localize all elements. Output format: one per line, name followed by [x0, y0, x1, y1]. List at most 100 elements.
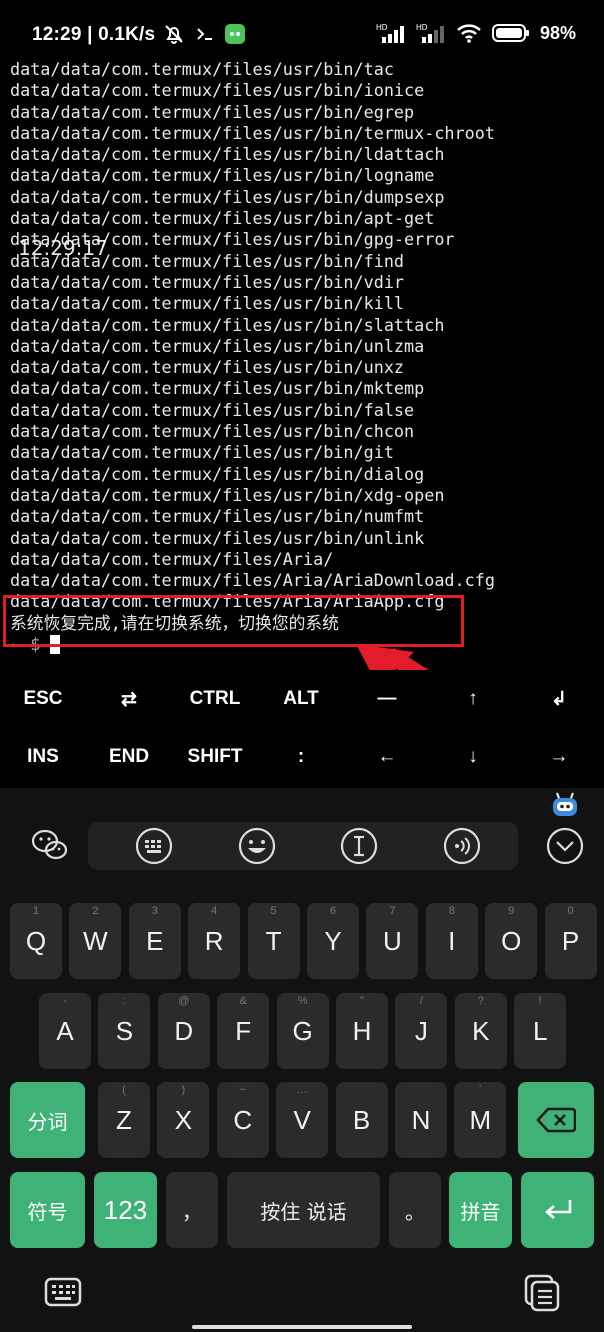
key-hint: " [360, 995, 364, 1007]
extra-key[interactable]: ⇄ [86, 688, 172, 711]
clipboard-icon[interactable] [522, 1274, 562, 1312]
enter-key[interactable] [521, 1172, 594, 1248]
key-label: 分词 [27, 1109, 68, 1134]
comma-key[interactable]: ， [166, 1172, 218, 1248]
key-hint: / [419, 995, 423, 1007]
key-u[interactable]: 7U [366, 903, 419, 979]
key-t[interactable]: 5T [247, 903, 300, 979]
extra-key[interactable]: ← [344, 746, 430, 768]
key-a[interactable]: -A [39, 993, 91, 1069]
key-r[interactable]: 4R [188, 903, 241, 979]
extra-key[interactable]: : [258, 746, 344, 768]
key-hint: ` [478, 1084, 483, 1096]
key-label: A [56, 1015, 74, 1046]
key-f[interactable]: & F [217, 993, 270, 1069]
period-key[interactable]: 。 [389, 1172, 441, 1248]
key-hint: & [239, 995, 247, 1007]
key-w[interactable]: 2W [69, 903, 122, 979]
key-d[interactable]: @ D [157, 993, 210, 1069]
home-indicator[interactable] [192, 1325, 412, 1329]
key-hint: ) [181, 1084, 186, 1096]
key-h[interactable]: " H [336, 993, 388, 1069]
key-label: M [469, 1104, 492, 1135]
key-label: 123 [103, 1194, 148, 1225]
key-q[interactable]: 1Q [10, 903, 62, 979]
voice-input-icon[interactable] [442, 826, 482, 866]
key-hint: 2 [92, 905, 99, 917]
key-o[interactable]: 9O [485, 903, 538, 979]
key-label: J [414, 1015, 428, 1046]
extra-key[interactable]: ↑ [430, 688, 516, 710]
extra-key[interactable]: INS [0, 746, 86, 768]
key-label: 按住 说话 [260, 1199, 347, 1224]
key-label: X [174, 1104, 193, 1135]
key-hint: 1 [32, 905, 40, 917]
extra-key[interactable]: ↓ [430, 746, 516, 768]
key-label: 符号 [27, 1199, 68, 1224]
extra-key[interactable]: END [86, 746, 172, 768]
key-hint: 7 [389, 905, 396, 917]
key-label: G [292, 1015, 313, 1046]
key-z[interactable]: (Z [98, 1082, 150, 1158]
key-k[interactable]: ? K [454, 993, 507, 1069]
key-label: Y [324, 925, 342, 956]
key-hint: 0 [567, 905, 574, 917]
key-hint: 5 [270, 905, 277, 917]
key-e[interactable]: 3E [128, 903, 181, 979]
key-label: D [174, 1015, 194, 1046]
extra-key[interactable]: → [516, 746, 602, 768]
key-j[interactable]: / J [395, 993, 448, 1069]
cursor-edit-icon[interactable] [339, 826, 379, 866]
key-label: P [561, 925, 580, 956]
key-hint: ~ [239, 1084, 247, 1096]
voice-space-key[interactable]: 按住 说话 [227, 1172, 380, 1248]
key-hint: 6 [329, 905, 337, 917]
keyboard-layout-icon[interactable] [134, 826, 174, 866]
key-label: ， [182, 1199, 202, 1224]
symbol-key[interactable]: 符号 [10, 1172, 85, 1248]
key-label: B [352, 1104, 371, 1135]
key-b[interactable]: B [335, 1082, 388, 1158]
key-i[interactable]: 8I [425, 903, 478, 979]
extra-key[interactable]: ALT [258, 688, 344, 710]
extra-keys-bar: ESC ⇄ CTRL ALT — ↑ ↲ INS END SHIFT: ← ↓ → [0, 670, 604, 790]
key-l[interactable]: ! L [514, 993, 567, 1069]
collapse-keyboard-icon[interactable] [545, 826, 585, 866]
key-label: 拼音 [460, 1199, 501, 1224]
key-label: U [383, 925, 402, 956]
key-m[interactable]: ` M [454, 1082, 507, 1158]
key-label: S [115, 1015, 134, 1046]
key-label: C [233, 1104, 253, 1135]
fenci-key[interactable]: 分词 [10, 1082, 85, 1158]
key-s[interactable]: :S [98, 993, 151, 1069]
key-hint: … [296, 1084, 308, 1096]
key-n[interactable]: N [395, 1082, 447, 1158]
key-v[interactable]: … V [276, 1082, 329, 1158]
wechat-icon[interactable] [30, 826, 70, 866]
emoji-icon[interactable] [237, 826, 277, 866]
keyboard-toolbar [0, 814, 604, 874]
pinyin-key[interactable]: 拼音 [449, 1172, 512, 1248]
key-label: F [235, 1015, 252, 1046]
key-g[interactable]: % G [276, 993, 329, 1069]
key-hint: 4 [211, 905, 218, 917]
number-key[interactable]: 123 [94, 1172, 157, 1248]
keyboard-switch-icon[interactable] [44, 1276, 82, 1310]
extra-key[interactable]: — [344, 688, 430, 710]
key-label: Q [25, 925, 47, 956]
key-c[interactable]: ~ C [216, 1082, 269, 1158]
extra-key[interactable]: SHIFT [172, 746, 258, 768]
extra-key[interactable]: ESC [0, 688, 86, 710]
key-label: V [293, 1104, 311, 1135]
extra-key[interactable]: CTRL [172, 688, 258, 710]
backspace-key[interactable] [518, 1082, 594, 1158]
extra-key[interactable]: ↲ [516, 688, 602, 711]
key-y[interactable]: 6Y [307, 903, 359, 979]
enter-icon [544, 1200, 571, 1219]
key-p[interactable]: 0P [544, 903, 597, 979]
key-label: O [501, 925, 522, 956]
key-label: W [83, 925, 108, 956]
key-x[interactable]: ) X [157, 1082, 210, 1158]
key-hint: ? [477, 995, 484, 1007]
key-hint: % [297, 995, 308, 1007]
